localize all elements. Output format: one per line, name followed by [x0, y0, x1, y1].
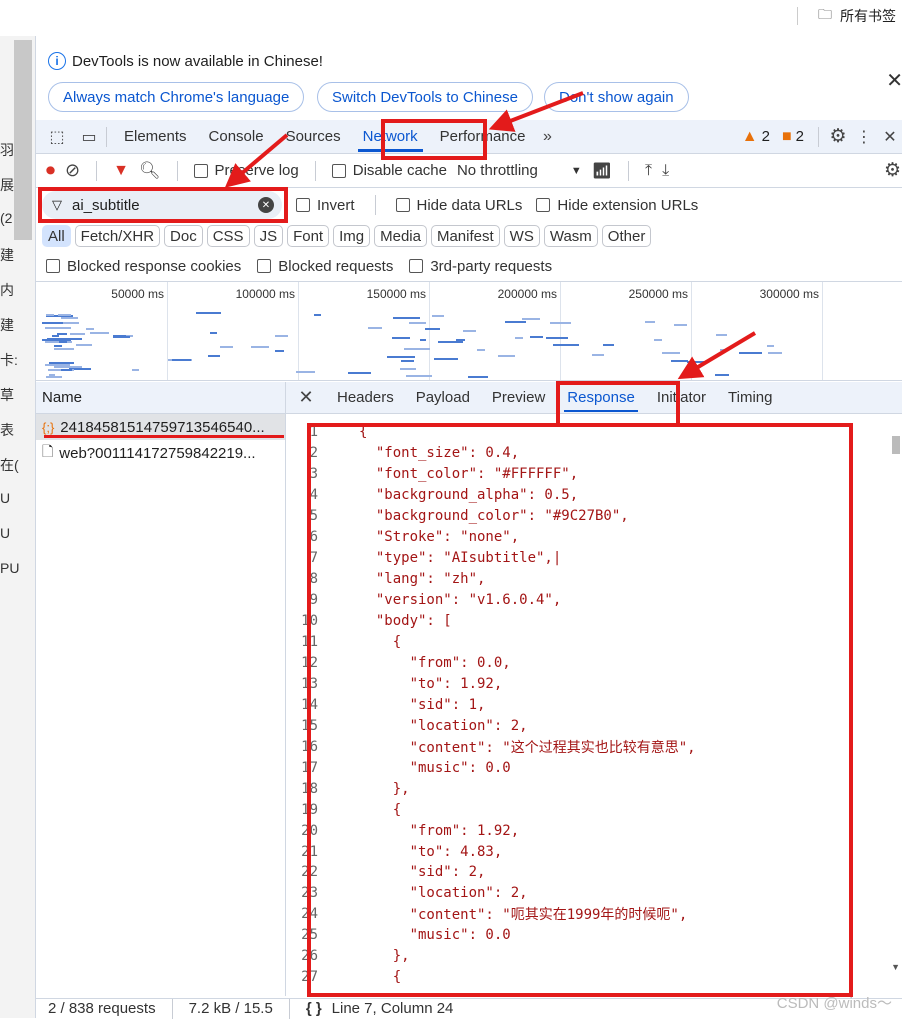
arrow-to-response [677, 331, 757, 380]
annotation-arrows [224, 91, 757, 380]
arrow-to-network [488, 91, 584, 132]
arrow-to-filter [224, 133, 289, 188]
